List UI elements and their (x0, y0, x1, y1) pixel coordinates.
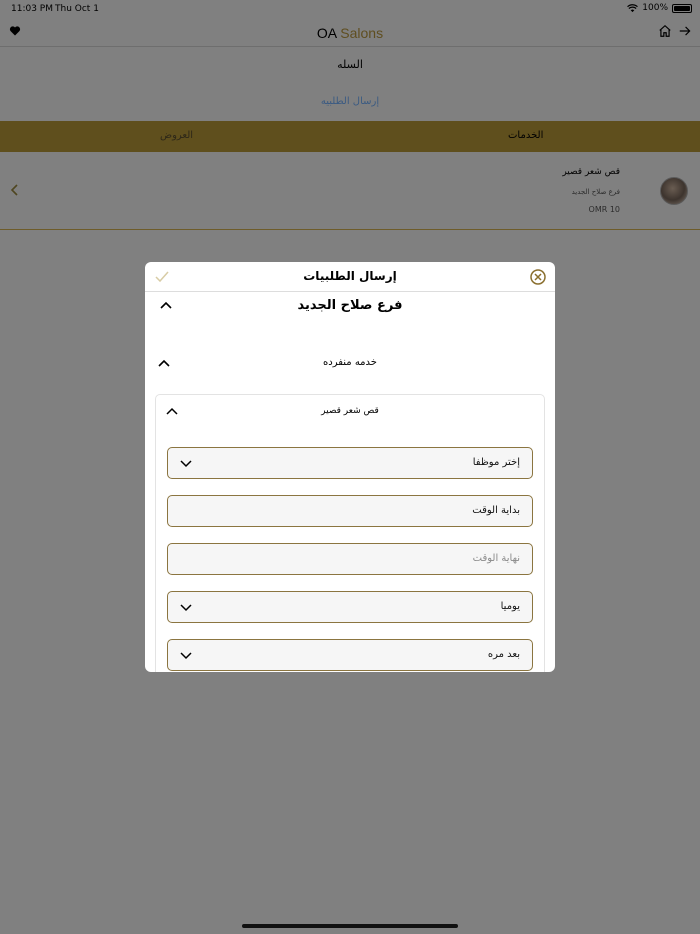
chevron-down-icon (180, 604, 192, 612)
start-time-field[interactable]: بداية الوقت (167, 495, 533, 527)
tab-bar: الخدمات العروض (0, 121, 700, 152)
repeat-select[interactable]: بعد مره (167, 639, 533, 671)
service-title: قص شعر قصير (321, 406, 379, 416)
end-time-field[interactable]: نهاية الوقت (167, 543, 533, 575)
status-right: 100% (627, 3, 692, 13)
send-order-link[interactable]: إرسال الطلبيه (0, 96, 700, 107)
modal-header: إرسال الطلبيات (145, 262, 555, 292)
send-orders-modal: إرسال الطلبيات فرع صلاح الجديد خدمه منفر… (145, 262, 555, 672)
home-indicator[interactable] (242, 924, 458, 928)
home-icon[interactable] (658, 24, 672, 38)
tab-offers[interactable]: العروض (160, 130, 193, 141)
chevron-down-icon (180, 652, 192, 660)
wifi-icon (627, 3, 639, 12)
employee-select[interactable]: إختر موظفا (167, 447, 533, 479)
app-title: OA Salons (0, 25, 700, 41)
close-icon[interactable] (530, 269, 546, 285)
avatar (660, 177, 688, 205)
employee-select-label: إختر موظفا (472, 457, 520, 468)
chevron-left-icon[interactable] (10, 183, 20, 197)
single-service-header[interactable]: خدمه منفرده (145, 350, 555, 378)
cart-item-branch: فرع صلاح الجديد (571, 188, 620, 196)
cart-item-name: قص شعر قصير (562, 167, 620, 177)
end-time-placeholder: نهاية الوقت (472, 553, 520, 564)
cart-item-price: OMR 10 (588, 205, 620, 214)
status-bar: 11:03 PM Thu Oct 1 100% (0, 0, 700, 17)
status-time: 11:03 PM (11, 4, 53, 14)
frequency-select[interactable]: يوميا (167, 591, 533, 623)
status-date: Thu Oct 1 (55, 4, 99, 14)
repeat-value: بعد مره (487, 649, 520, 660)
branch-title: فرع صلاح الجديد (297, 298, 403, 313)
start-time-label: بداية الوقت (472, 505, 520, 516)
service-card: قص شعر قصير إختر موظفا بداية الوقت نهاية… (155, 394, 545, 672)
app-title-salons: Salons (340, 25, 384, 41)
forward-arrow-icon[interactable] (678, 24, 692, 38)
frequency-value: يوميا (500, 601, 520, 612)
single-service-title: خدمه منفرده (323, 357, 377, 368)
battery-icon (672, 3, 692, 13)
modal-title: إرسال الطلبيات (303, 269, 397, 283)
chevron-down-icon (180, 460, 192, 468)
cart-title: السله (337, 58, 363, 71)
cart-item[interactable]: قص شعر قصير فرع صلاح الجديد OMR 10 (0, 152, 700, 230)
tab-services[interactable]: الخدمات (508, 130, 543, 141)
battery-percent: 100% (642, 3, 668, 13)
app-title-oa: OA (316, 25, 337, 41)
branch-section-header[interactable]: فرع صلاح الجديد (145, 292, 555, 322)
navbar: OA Salons (0, 17, 700, 47)
